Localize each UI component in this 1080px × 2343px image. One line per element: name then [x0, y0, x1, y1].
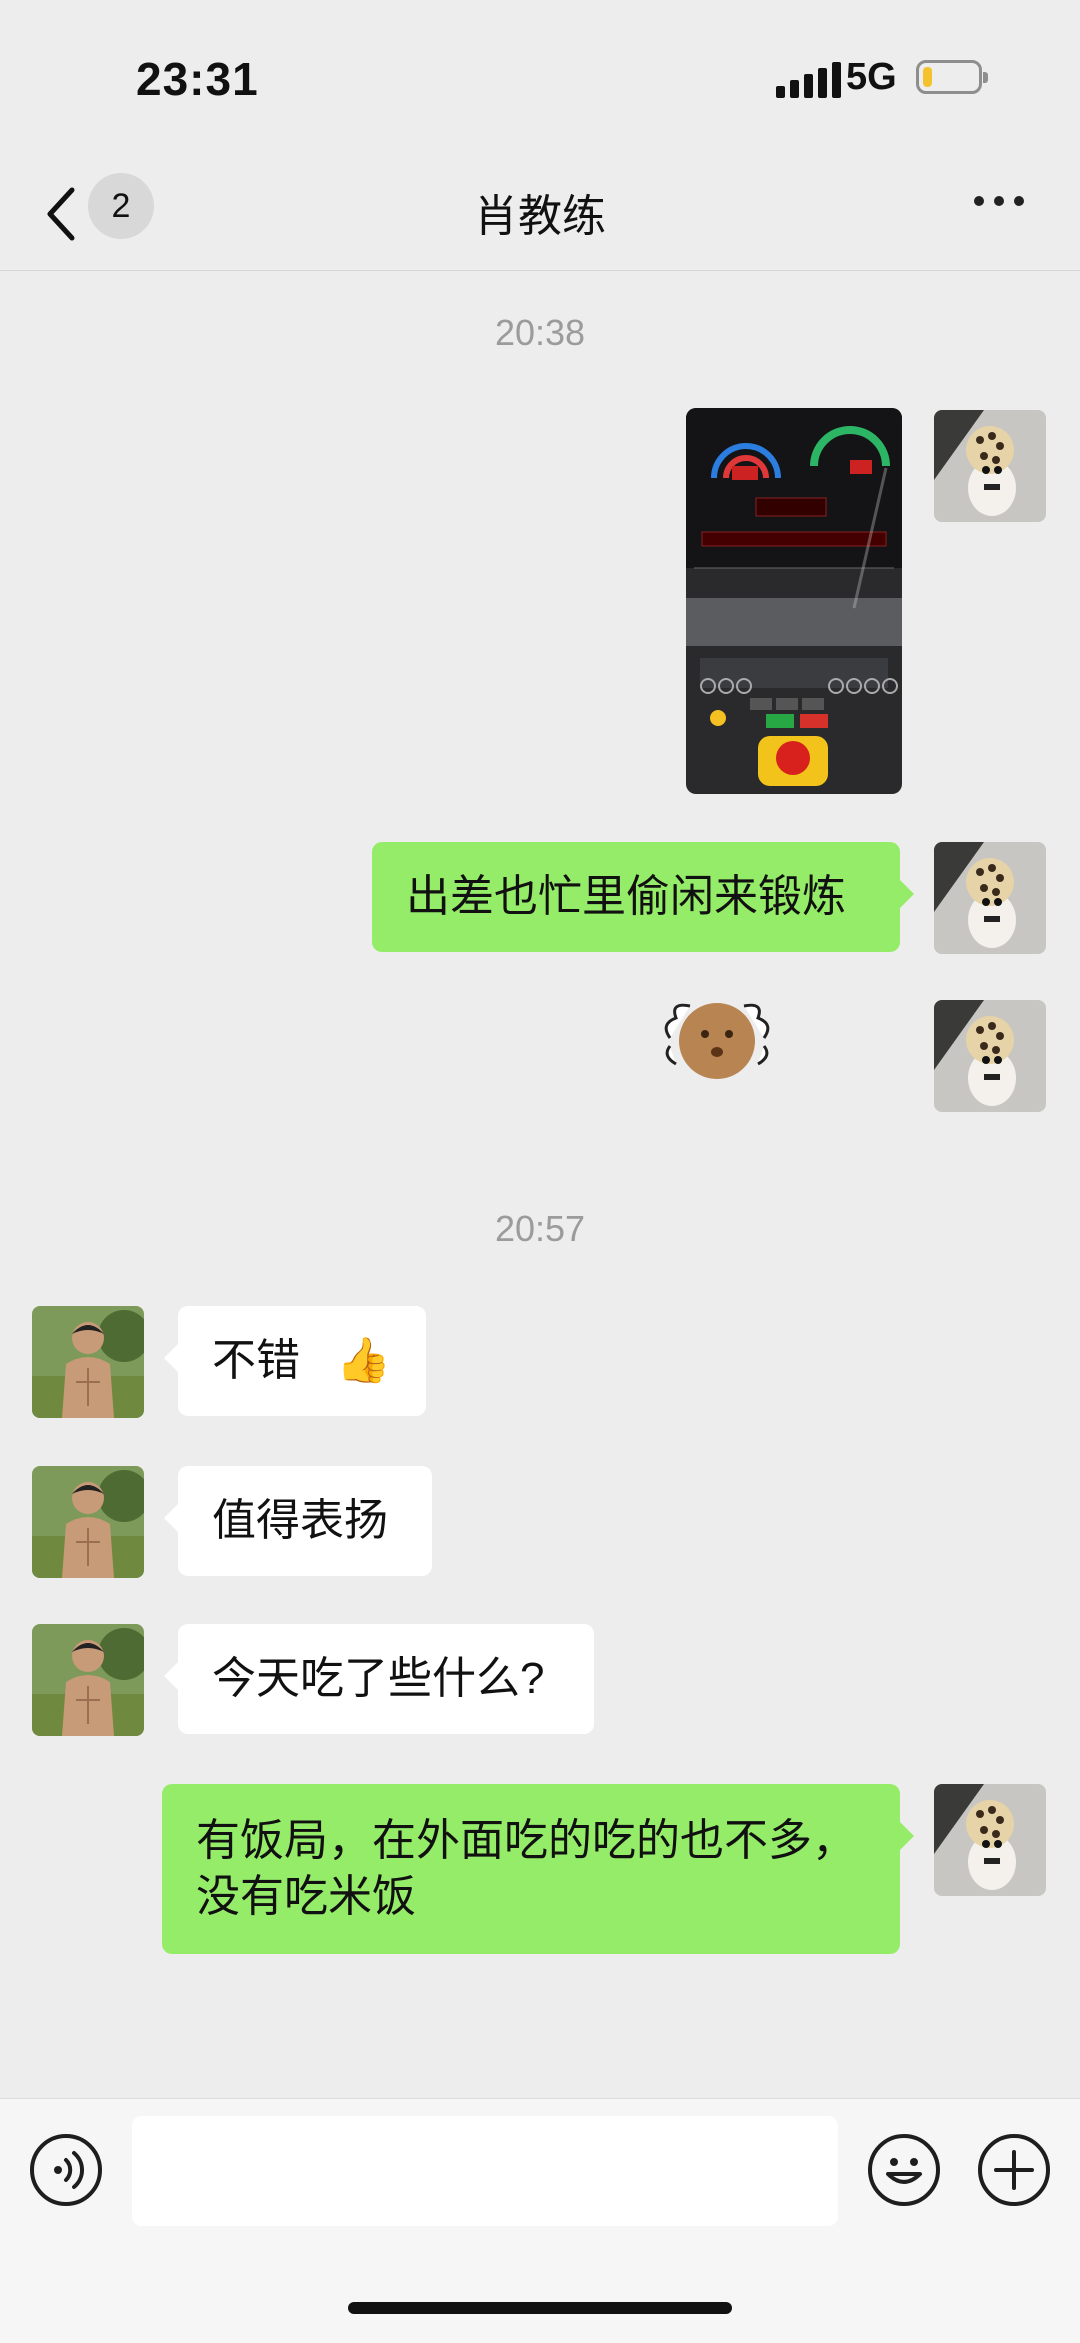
my-avatar[interactable]: [934, 410, 1046, 522]
my-avatar[interactable]: [934, 842, 1046, 954]
network-label: 5G: [846, 56, 897, 98]
timestamp: 20:57: [494, 1208, 586, 1249]
my-avatar[interactable]: [934, 1784, 1046, 1896]
plus-icon[interactable]: [978, 2134, 1050, 2206]
message-input[interactable]: [132, 2116, 838, 2226]
coach-avatar[interactable]: [32, 1466, 144, 1578]
coach-avatar[interactable]: [32, 1306, 144, 1418]
more-dots-icon[interactable]: [974, 196, 1024, 206]
message-text: 有饭局，在外面吃的吃的也不多，没有吃米饭: [196, 1816, 856, 1921]
signal-icon: [776, 62, 841, 98]
message-bubble-outgoing[interactable]: 出差也忙里偷闲来锻炼: [372, 842, 914, 952]
chat-title: 肖教练: [474, 192, 606, 241]
treadmill-photo-message[interactable]: [686, 408, 902, 794]
potato-sticker[interactable]: [660, 996, 774, 1086]
message-text: 值得表扬: [212, 1496, 388, 1545]
message-text: 不错: [212, 1336, 300, 1385]
voice-icon[interactable]: [30, 2134, 102, 2206]
coach-avatar[interactable]: [32, 1624, 144, 1736]
battery-icon: [916, 60, 988, 94]
emoji-icon[interactable]: [868, 2134, 940, 2206]
status-time: 23:31: [136, 53, 259, 105]
message-bubble-incoming[interactable]: 今天吃了些什么?: [164, 1624, 594, 1734]
status-bar: 23:31 5G: [0, 0, 1080, 160]
thumbs-up-emoji: 👍: [336, 1336, 392, 1385]
message-text: 今天吃了些什么?: [212, 1654, 545, 1703]
message-text: 出差也忙里偷闲来锻炼: [406, 872, 846, 921]
message-bubble-outgoing[interactable]: 有饭局，在外面吃的吃的也不多，没有吃米饭: [162, 1784, 914, 1954]
treadmill-image: [686, 408, 902, 794]
battery-fill: [923, 67, 932, 87]
message-bubble-incoming[interactable]: 值得表扬: [164, 1466, 432, 1576]
timestamp: 20:38: [494, 312, 586, 353]
my-avatar[interactable]: [934, 1000, 1046, 1112]
message-bubble-incoming[interactable]: 不错 👍: [164, 1306, 426, 1416]
home-indicator[interactable]: [348, 2302, 732, 2314]
